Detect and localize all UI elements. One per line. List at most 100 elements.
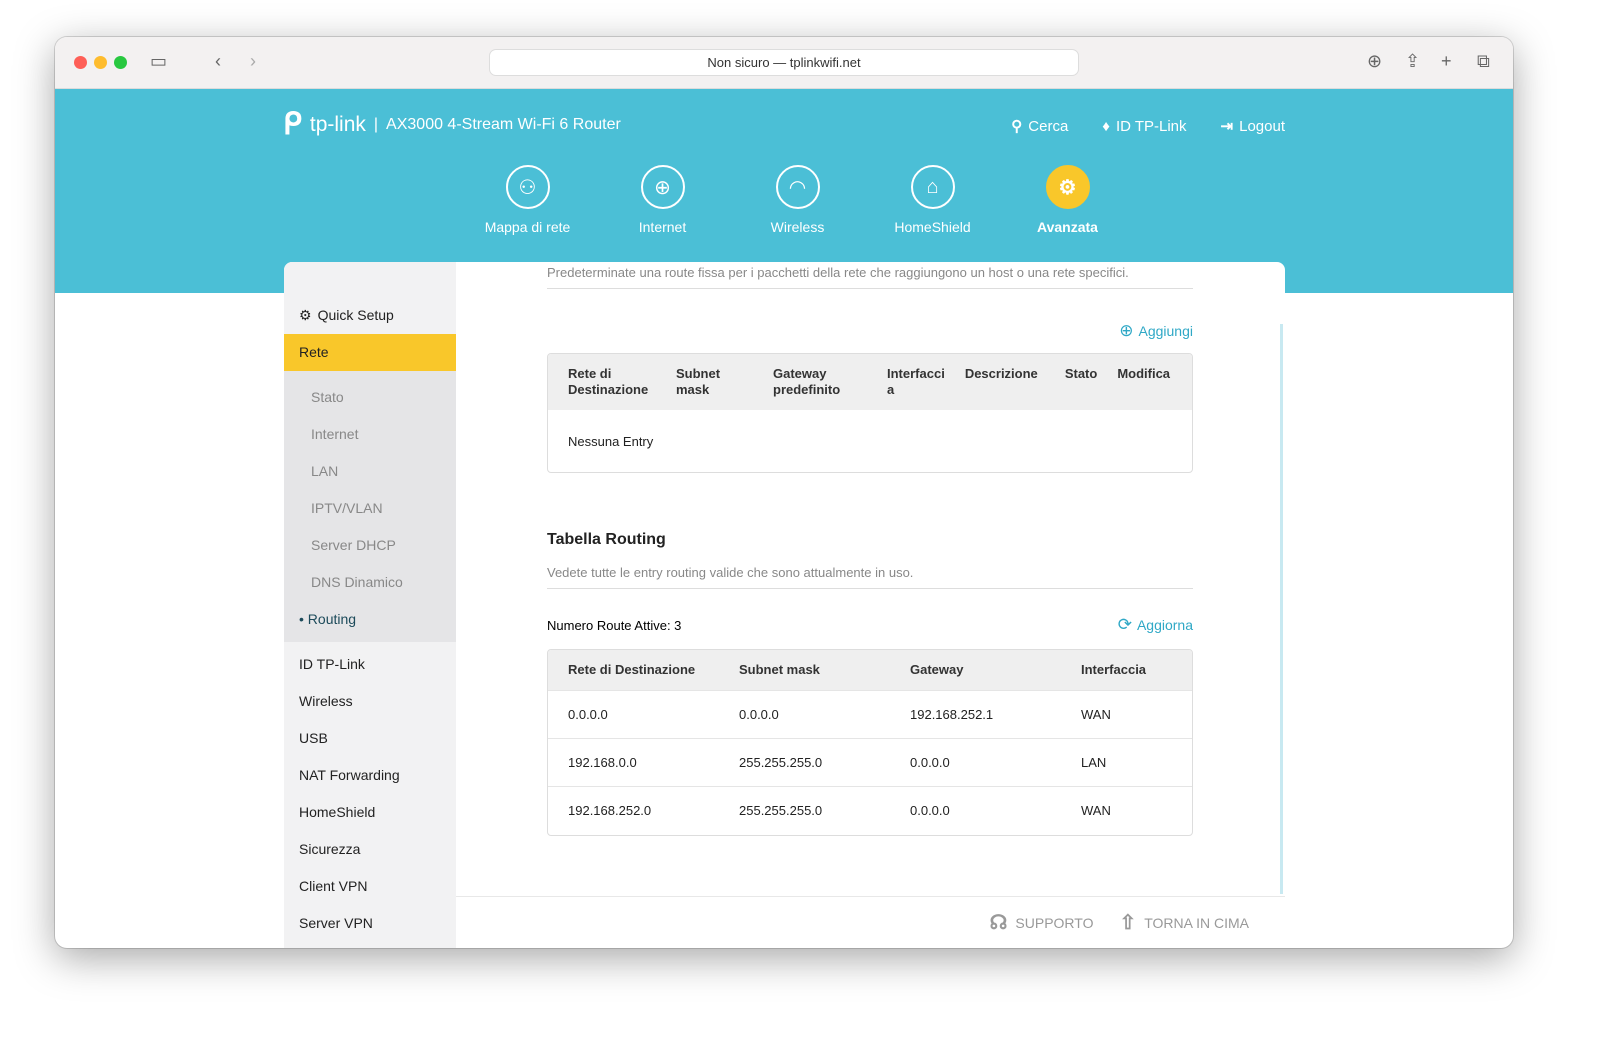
col-destination: Rete di Destinazione: [548, 354, 656, 410]
empty-message: Nessuna Entry: [568, 433, 654, 449]
scrollbar[interactable]: [1280, 324, 1283, 894]
cell: 0.0.0.0: [719, 690, 890, 739]
search-link[interactable]: ⚲ Cerca: [1011, 117, 1069, 136]
search-icon: ⚲: [1011, 118, 1023, 135]
sidebar-item-id-tplink[interactable]: ID TP-Link: [284, 646, 456, 683]
nav-avanzata[interactable]: ⚙ Avanzata: [1000, 165, 1135, 235]
table-row: 0.0.0.0 0.0.0.0 192.168.252.1 WAN: [548, 690, 1192, 739]
support-link[interactable]: ☊ SUPPORTO: [990, 910, 1094, 935]
share-icon[interactable]: ⇪: [1405, 51, 1420, 72]
col-interface: Interfaccia: [867, 354, 945, 410]
model-name: AX3000 4-Stream Wi-Fi 6 Router: [386, 115, 621, 133]
col-destination: Rete di Destinazione: [548, 650, 719, 691]
quick-setup-label: Quick Setup: [317, 307, 394, 323]
headset-icon: ☊: [989, 912, 1008, 934]
col-gateway: Gateway predefinito: [753, 354, 867, 410]
back-to-top-label: TORNA IN CIMA: [1144, 914, 1249, 931]
sidebar-sub-server-dhcp[interactable]: Server DHCP: [284, 527, 456, 564]
table-row: Nessuna Entry: [548, 410, 1192, 472]
tabs-overview-icon[interactable]: ⧉: [1477, 51, 1490, 72]
browser-toolbar: ▭ ‹ › Non sicuro — tplinkwifi.net ⊕ ⇪ + …: [55, 37, 1513, 89]
routing-table-description: Vedete tutte le entry routing valide che…: [547, 549, 1193, 589]
wifi-icon: ◠: [775, 165, 820, 209]
refresh-button[interactable]: ⟳ Aggiorna: [1118, 615, 1193, 635]
cell: WAN: [1061, 690, 1192, 739]
separator: |: [373, 115, 379, 133]
nav-wireless[interactable]: ◠ Wireless: [730, 165, 865, 235]
nav-label: Avanzata: [1037, 219, 1098, 235]
cell: 255.255.255.0: [719, 786, 890, 835]
add-label: Aggiungi: [1138, 323, 1194, 339]
refresh-label: Aggiorna: [1136, 617, 1193, 633]
routing-table-title: Tabella Routing: [547, 531, 666, 548]
sidebar-item-wireless[interactable]: Wireless: [284, 683, 456, 720]
table-row: 192.168.252.0 255.255.255.0 0.0.0.0 WAN: [548, 786, 1192, 835]
new-tab-icon[interactable]: +: [1441, 51, 1452, 72]
close-window-button[interactable]: [74, 56, 87, 69]
sidebar-sub-internet[interactable]: Internet: [284, 416, 456, 453]
tp-link-logo-icon: ᑭ: [283, 108, 302, 141]
sidebar-item-sicurezza[interactable]: Sicurezza: [284, 831, 456, 868]
sidebar-sub-routing[interactable]: • Routing: [284, 601, 456, 638]
nav-label: Internet: [638, 219, 687, 235]
back-to-top-link[interactable]: ⇧ TORNA IN CIMA: [1119, 910, 1249, 935]
nav-homeshield[interactable]: ⌂ HomeShield: [865, 165, 1000, 235]
main-content: Predeterminate una route fissa per i pac…: [547, 262, 1193, 836]
table-row: 192.168.0.0 255.255.255.0 0.0.0.0 LAN: [548, 738, 1192, 787]
col-interface: Interfaccia: [1061, 650, 1192, 691]
routing-label: Routing: [307, 611, 357, 627]
col-description: Descrizione: [944, 354, 1045, 410]
nav-internet[interactable]: ⊕ Internet: [595, 165, 730, 235]
sidebar-item-homeshield[interactable]: HomeShield: [284, 794, 456, 831]
address-bar[interactable]: Non sicuro — tplinkwifi.net: [489, 49, 1079, 76]
search-label: Cerca: [1028, 117, 1069, 135]
logout-label: Logout: [1239, 117, 1285, 135]
forward-icon[interactable]: ›: [250, 51, 256, 72]
col-gateway: Gateway: [890, 650, 1061, 691]
minimize-window-button[interactable]: [94, 56, 107, 69]
nav-label: HomeShield: [894, 219, 971, 235]
cell: 0.0.0.0: [890, 786, 1061, 835]
download-icon[interactable]: ⊕: [1367, 51, 1382, 72]
sidebar-item-client-vpn[interactable]: Client VPN: [284, 868, 456, 905]
table-header-row: Rete di Destinazione Subnet mask Gateway p…: [548, 354, 1192, 410]
logout-link[interactable]: ⇥ Logout: [1220, 117, 1285, 136]
routing-table: Rete di Destinazione Subnet mask Gateway…: [547, 649, 1193, 836]
logo: ᑭ tp-link | AX3000 4-Stream Wi-Fi 6 Router: [283, 107, 621, 142]
add-circle-icon: ⊕: [1119, 321, 1134, 340]
support-label: SUPPORTO: [1015, 914, 1094, 931]
sidebar-sub-lan[interactable]: LAN: [284, 453, 456, 490]
cell: LAN: [1061, 738, 1192, 787]
sidebar-item-nat-forwarding[interactable]: NAT Forwarding: [284, 757, 456, 794]
nav-label: Mappa di rete: [484, 219, 571, 235]
sidebar-item-rete[interactable]: Rete: [284, 334, 456, 371]
cell: 192.168.252.1: [890, 690, 1061, 739]
sidebar-sub-dns-dinamico[interactable]: DNS Dinamico: [284, 564, 456, 601]
nav-label: Wireless: [770, 219, 825, 235]
tplink-id-link[interactable]: ♦ ID TP-Link: [1102, 117, 1186, 135]
sidebar-toggle-icon[interactable]: ▭: [150, 51, 167, 72]
logout-icon: ⇥: [1220, 118, 1234, 135]
tplink-id-label: ID TP-Link: [1115, 117, 1187, 135]
cell: 192.168.0.0: [548, 738, 719, 787]
brand: tp-link: [309, 112, 366, 136]
content-panel: ⚙ Quick Setup Rete Stato Internet LAN IPT…: [284, 262, 1285, 948]
col-edit: Modifica: [1097, 354, 1192, 410]
nav-mappa-di-rete[interactable]: ⚇ Mappa di rete: [460, 165, 595, 235]
add-button[interactable]: ⊕ Aggiungi: [547, 321, 1193, 341]
gear-icon: ⚙: [1045, 165, 1090, 209]
col-subnet: Subnet mask: [719, 650, 890, 691]
sidebar-sub-stato[interactable]: Stato: [284, 379, 456, 416]
zoom-window-button[interactable]: [114, 56, 127, 69]
sidebar-sub-iptv-vlan[interactable]: IPTV/VLAN: [284, 490, 456, 527]
active-routes-count: Numero Route Attive: 3: [547, 617, 682, 633]
back-icon[interactable]: ‹: [215, 51, 221, 72]
homeshield-icon: ⌂: [910, 165, 955, 209]
cell: 0.0.0.0: [548, 690, 719, 739]
sidebar-item-usb[interactable]: USB: [284, 720, 456, 757]
col-status: Stato: [1044, 354, 1098, 410]
sidebar: ⚙ Quick Setup Rete Stato Internet LAN IPT…: [284, 262, 456, 948]
sidebar-item-quick-setup[interactable]: ⚙ Quick Setup: [284, 297, 456, 334]
sidebar-item-server-vpn[interactable]: Server VPN: [284, 905, 456, 942]
cell: 255.255.255.0: [719, 738, 890, 787]
